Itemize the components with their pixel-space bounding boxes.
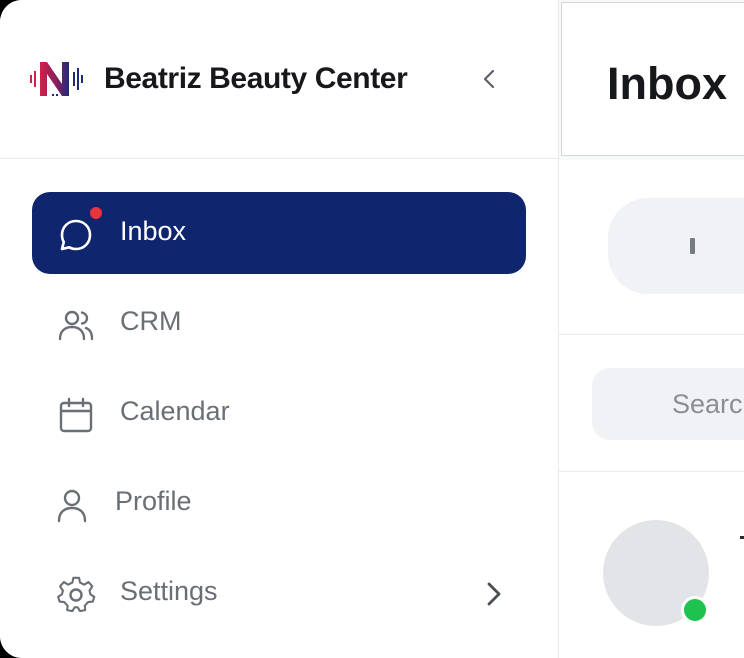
filter-bar <box>559 160 744 335</box>
users-icon <box>58 310 94 341</box>
sidebar-item-label: Calendar <box>120 396 230 426</box>
chevron-left-icon <box>483 69 495 89</box>
sidebar-item-crm[interactable]: CRM <box>32 282 526 364</box>
chevron-right-icon <box>487 582 501 606</box>
sidebar-item-label: CRM <box>120 306 182 336</box>
n-soundwave-logo <box>30 62 83 96</box>
user-icon <box>57 489 87 523</box>
conversation-name <box>740 536 744 539</box>
sidebar-item-label: Settings <box>120 576 218 606</box>
sidebar-item-calendar[interactable]: Calendar <box>32 372 526 454</box>
chat-bubble-icon <box>60 219 92 251</box>
brand-header: Beatriz Beauty Center <box>0 0 558 159</box>
brand-name: Beatriz Beauty Center <box>104 62 408 95</box>
search-bar <box>559 335 744 472</box>
filter-tab-label <box>690 238 695 254</box>
sidebar-item-inbox[interactable]: Inbox <box>32 192 526 274</box>
conversation-list <box>559 472 744 658</box>
notification-badge <box>88 205 104 221</box>
gear-icon <box>57 576 96 613</box>
online-status-dot <box>681 596 709 624</box>
search-input[interactable] <box>592 368 744 440</box>
sidebar-item-settings[interactable]: Settings <box>32 552 526 634</box>
collapse-sidebar-button[interactable] <box>476 64 502 94</box>
main-header: Inbox <box>561 2 744 156</box>
app-window: Beatriz Beauty Center Inbox CRM Calendar… <box>0 0 744 658</box>
sidebar-item-label: Inbox <box>120 216 187 246</box>
filter-tab-group[interactable] <box>608 198 744 294</box>
page-title: Inbox <box>607 58 727 109</box>
main-panel: Inbox <box>559 0 744 658</box>
sidebar-item-label: Profile <box>115 486 192 516</box>
sidebar-item-profile[interactable]: Profile <box>32 462 526 544</box>
sidebar: Beatriz Beauty Center Inbox CRM Calendar… <box>0 0 559 658</box>
calendar-icon <box>59 397 93 433</box>
